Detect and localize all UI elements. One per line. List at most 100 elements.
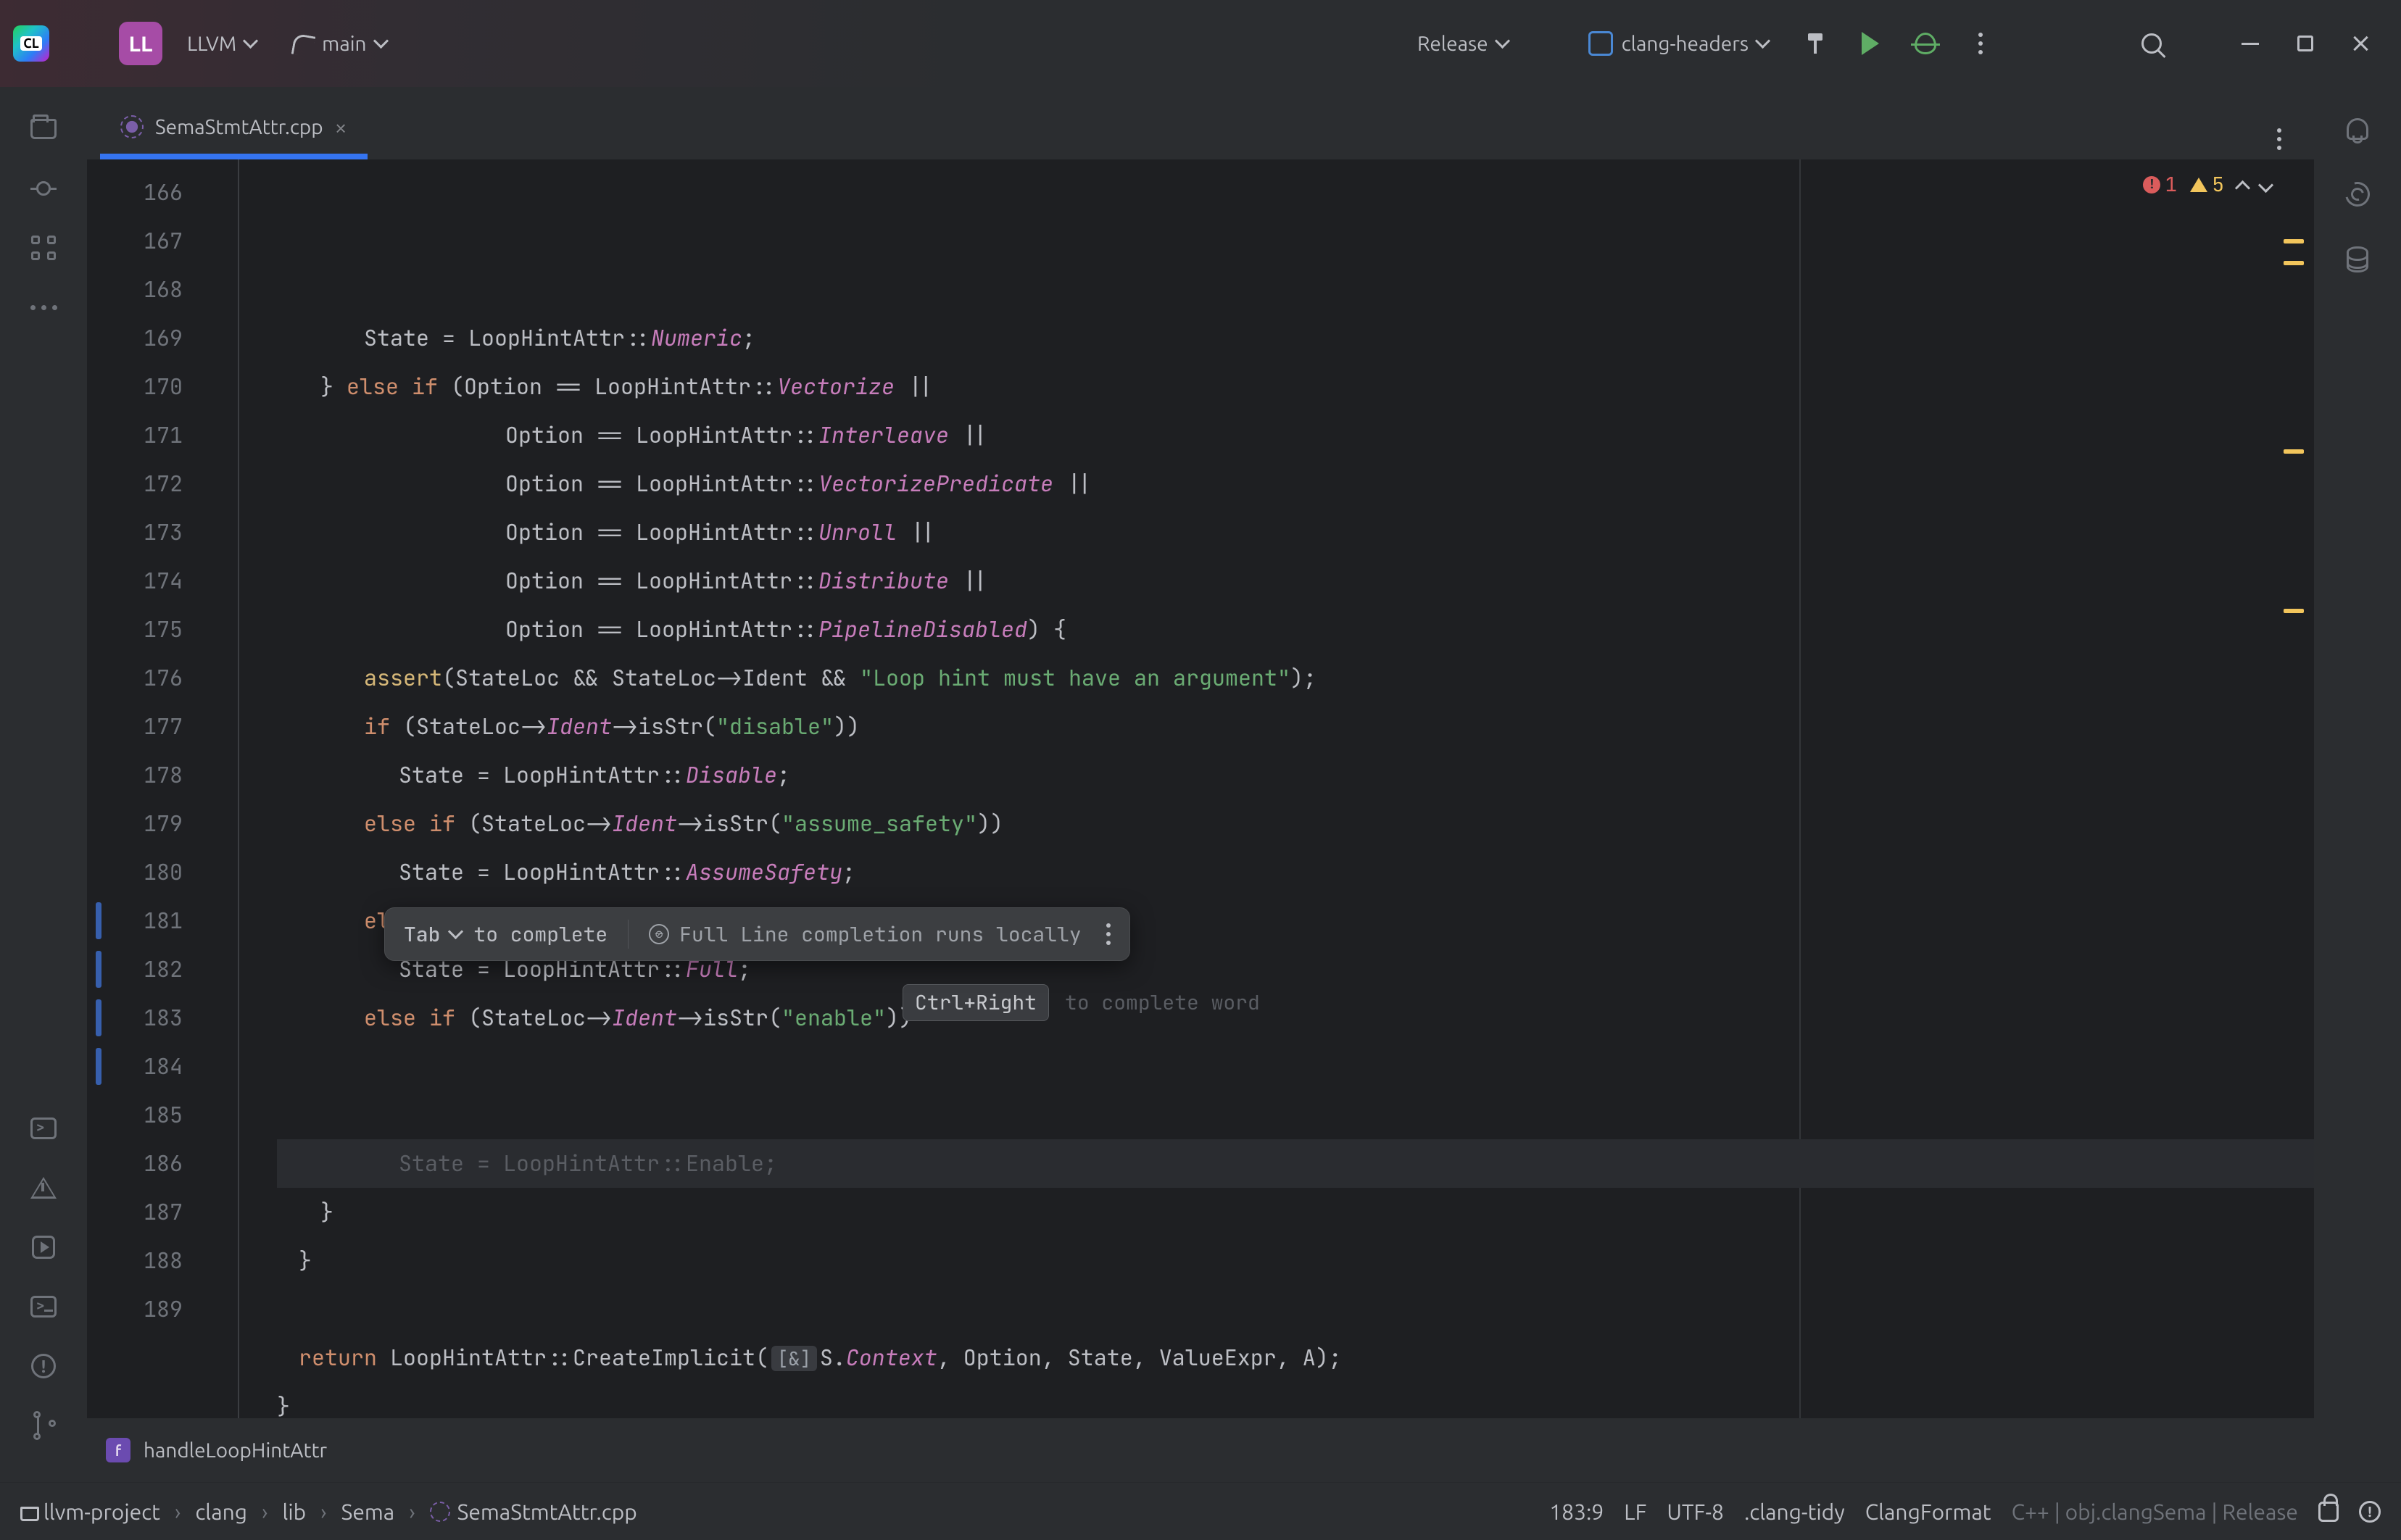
code-line[interactable]: }	[277, 1188, 2314, 1236]
line-number: 172	[87, 459, 216, 508]
horizontal-dots-icon	[30, 305, 57, 310]
code-line[interactable]: else if (StateLoc->Ident->isStr("enable"…	[277, 994, 2314, 1042]
completion-popup[interactable]: Tab to complete ⊘ Full Line completion r…	[384, 907, 1130, 961]
breadcrumb-segment[interactable]: Sema	[341, 1499, 395, 1524]
code-line[interactable]: if (StateLoc->Ident->isStr("disable"))	[277, 702, 2314, 751]
stripe-mark[interactable]	[2284, 261, 2304, 265]
code-line[interactable]: State = LoopHintAttr::Enable;	[277, 1139, 2314, 1188]
problems-tool-button[interactable]	[26, 1170, 61, 1205]
stripe-mark[interactable]	[2284, 449, 2304, 454]
function-breadcrumb-bar[interactable]: f handleLoopHintAttr	[87, 1418, 2314, 1482]
stripe-mark[interactable]	[2284, 239, 2304, 244]
stripe-mark[interactable]	[2284, 609, 2304, 613]
linter-label[interactable]: .clang-tidy	[1744, 1499, 1845, 1524]
line-number: 181	[87, 896, 216, 945]
tab-close-button[interactable]: ×	[335, 115, 347, 139]
target-icon	[1588, 31, 1613, 56]
code-line[interactable]	[277, 1091, 2314, 1139]
window-maximize-button[interactable]	[2285, 23, 2326, 64]
notifications-button[interactable]	[2340, 112, 2375, 146]
code-line[interactable]: State = LoopHintAttr::Numeric;	[277, 314, 2314, 362]
more-actions-button[interactable]	[1960, 23, 2001, 64]
hammer-icon	[1805, 33, 1825, 54]
database-tool-button[interactable]	[2340, 242, 2375, 277]
prev-highlight-button[interactable]	[2237, 180, 2247, 190]
code-line[interactable]: Option == LoopHintAttr::Unroll ||	[277, 508, 2314, 557]
build-config-selector[interactable]: Release	[1407, 27, 1520, 61]
code-line[interactable]: Option == LoopHintAttr::PipelineDisabled…	[277, 605, 2314, 654]
inspections-widget[interactable]: !1 5	[2143, 171, 2271, 198]
build-button[interactable]	[1795, 23, 1836, 64]
folder-icon	[30, 119, 57, 139]
terminal2-tool-button[interactable]	[26, 1289, 61, 1324]
run-button[interactable]	[1850, 23, 1891, 64]
code-line[interactable]	[277, 1042, 2314, 1091]
path-breadcrumbs[interactable]: llvm-project›clang›lib›Sema›SemaStmtAttr…	[20, 1499, 637, 1524]
main-menu-button[interactable]	[64, 23, 104, 64]
window-close-button[interactable]	[2340, 23, 2381, 64]
editor-tab[interactable]: SemaStmtAttr.cpp ×	[100, 100, 368, 159]
code-line[interactable]	[277, 1285, 2314, 1333]
run-config-selector[interactable]: clang-headers	[1578, 25, 1780, 62]
context-label[interactable]: C++ | obj.clangSema | Release	[2012, 1499, 2298, 1524]
next-highlight-button[interactable]	[2260, 180, 2271, 190]
code-line[interactable]: Option == LoopHintAttr::Distribute ||	[277, 557, 2314, 605]
play-icon	[1862, 32, 1879, 55]
branch-selector[interactable]: main	[283, 27, 398, 61]
services-tool-button[interactable]	[26, 1230, 61, 1265]
structure-tool-button[interactable]	[26, 230, 61, 265]
file-encoding[interactable]: UTF-8	[1667, 1499, 1724, 1524]
breadcrumb-segment[interactable]: clang	[195, 1499, 247, 1524]
ai-assistant-button[interactable]	[2340, 177, 2375, 212]
line-number: 182	[87, 945, 216, 994]
editor-tab-options-button[interactable]	[2259, 119, 2300, 159]
editor[interactable]: 1661671681691701711721731741751761771781…	[87, 159, 2314, 1418]
editor-area: SemaStmtAttr.cpp × 166167168169170171172…	[87, 87, 2314, 1482]
more-tools-button[interactable]	[26, 290, 61, 325]
terminal-tool-button[interactable]	[26, 1111, 61, 1146]
code-line[interactable]: State = LoopHintAttr::Disable;	[277, 751, 2314, 799]
branch-icon	[293, 33, 313, 54]
formatter-label[interactable]: ClangFormat	[1865, 1499, 1991, 1524]
events-tool-button[interactable]: !	[26, 1349, 61, 1383]
window-minimize-button[interactable]	[2230, 23, 2271, 64]
project-selector[interactable]: LLVM	[177, 27, 268, 61]
popup-more-button[interactable]	[1106, 923, 1111, 945]
debug-button[interactable]	[1905, 23, 1946, 64]
code-line[interactable]: State = LoopHintAttr::AssumeSafety;	[277, 848, 2314, 896]
code-line[interactable]: }	[277, 1382, 2314, 1418]
search-icon	[2141, 33, 2162, 54]
git-tool-button[interactable]	[26, 1408, 61, 1443]
code-content[interactable]: State = LoopHintAttr::Numeric;} else if …	[277, 159, 2314, 1418]
readonly-toggle[interactable]	[2318, 1502, 2339, 1522]
code-line[interactable]: Option == LoopHintAttr::Interleave ||	[277, 411, 2314, 459]
breadcrumb-segment[interactable]: llvm-project	[20, 1499, 160, 1524]
line-number: 178	[87, 751, 216, 799]
tab-filename: SemaStmtAttr.cpp	[155, 116, 323, 138]
vertical-dots-icon	[1978, 33, 1983, 54]
code-line[interactable]: }	[277, 1236, 2314, 1285]
commit-tool-button[interactable]	[26, 171, 61, 206]
caret-position[interactable]: 183:9	[1549, 1499, 1604, 1524]
line-separator[interactable]: LF	[1624, 1499, 1646, 1524]
error-stripe[interactable]	[2278, 159, 2314, 1418]
code-line[interactable]: } else if (Option == LoopHintAttr::Vecto…	[277, 362, 2314, 411]
breadcrumb-segment[interactable]: SemaStmtAttr.cpp	[430, 1499, 637, 1524]
breadcrumb-segment[interactable]: lib	[282, 1499, 306, 1524]
code-line[interactable]: else if (StateLoc->Ident->isStr("assume_…	[277, 799, 2314, 848]
ide-errors-button[interactable]: !	[2359, 1501, 2381, 1523]
word-completion-hint: Ctrl+Right to complete word	[903, 984, 1260, 1021]
warning-count[interactable]: 5	[2190, 171, 2224, 198]
popup-source-hint: ⊘ Full Line completion runs locally	[649, 921, 1081, 948]
line-number: 186	[87, 1139, 216, 1188]
code-line[interactable]: Option == LoopHintAttr::VectorizePredica…	[277, 459, 2314, 508]
project-tool-button[interactable]	[26, 112, 61, 146]
code-line[interactable]: assert(StateLoc && StateLoc->Ident && "L…	[277, 654, 2314, 702]
error-count[interactable]: !1	[2143, 171, 2177, 198]
terminal-icon	[30, 1117, 57, 1139]
inlay-hint: [&]	[771, 1346, 817, 1371]
line-number: 187	[87, 1188, 216, 1236]
code-line[interactable]: return LoopHintAttr::CreateImplicit([&]S…	[277, 1333, 2314, 1382]
chevron-down-icon[interactable]	[450, 928, 463, 941]
search-everywhere-button[interactable]	[2131, 23, 2172, 64]
